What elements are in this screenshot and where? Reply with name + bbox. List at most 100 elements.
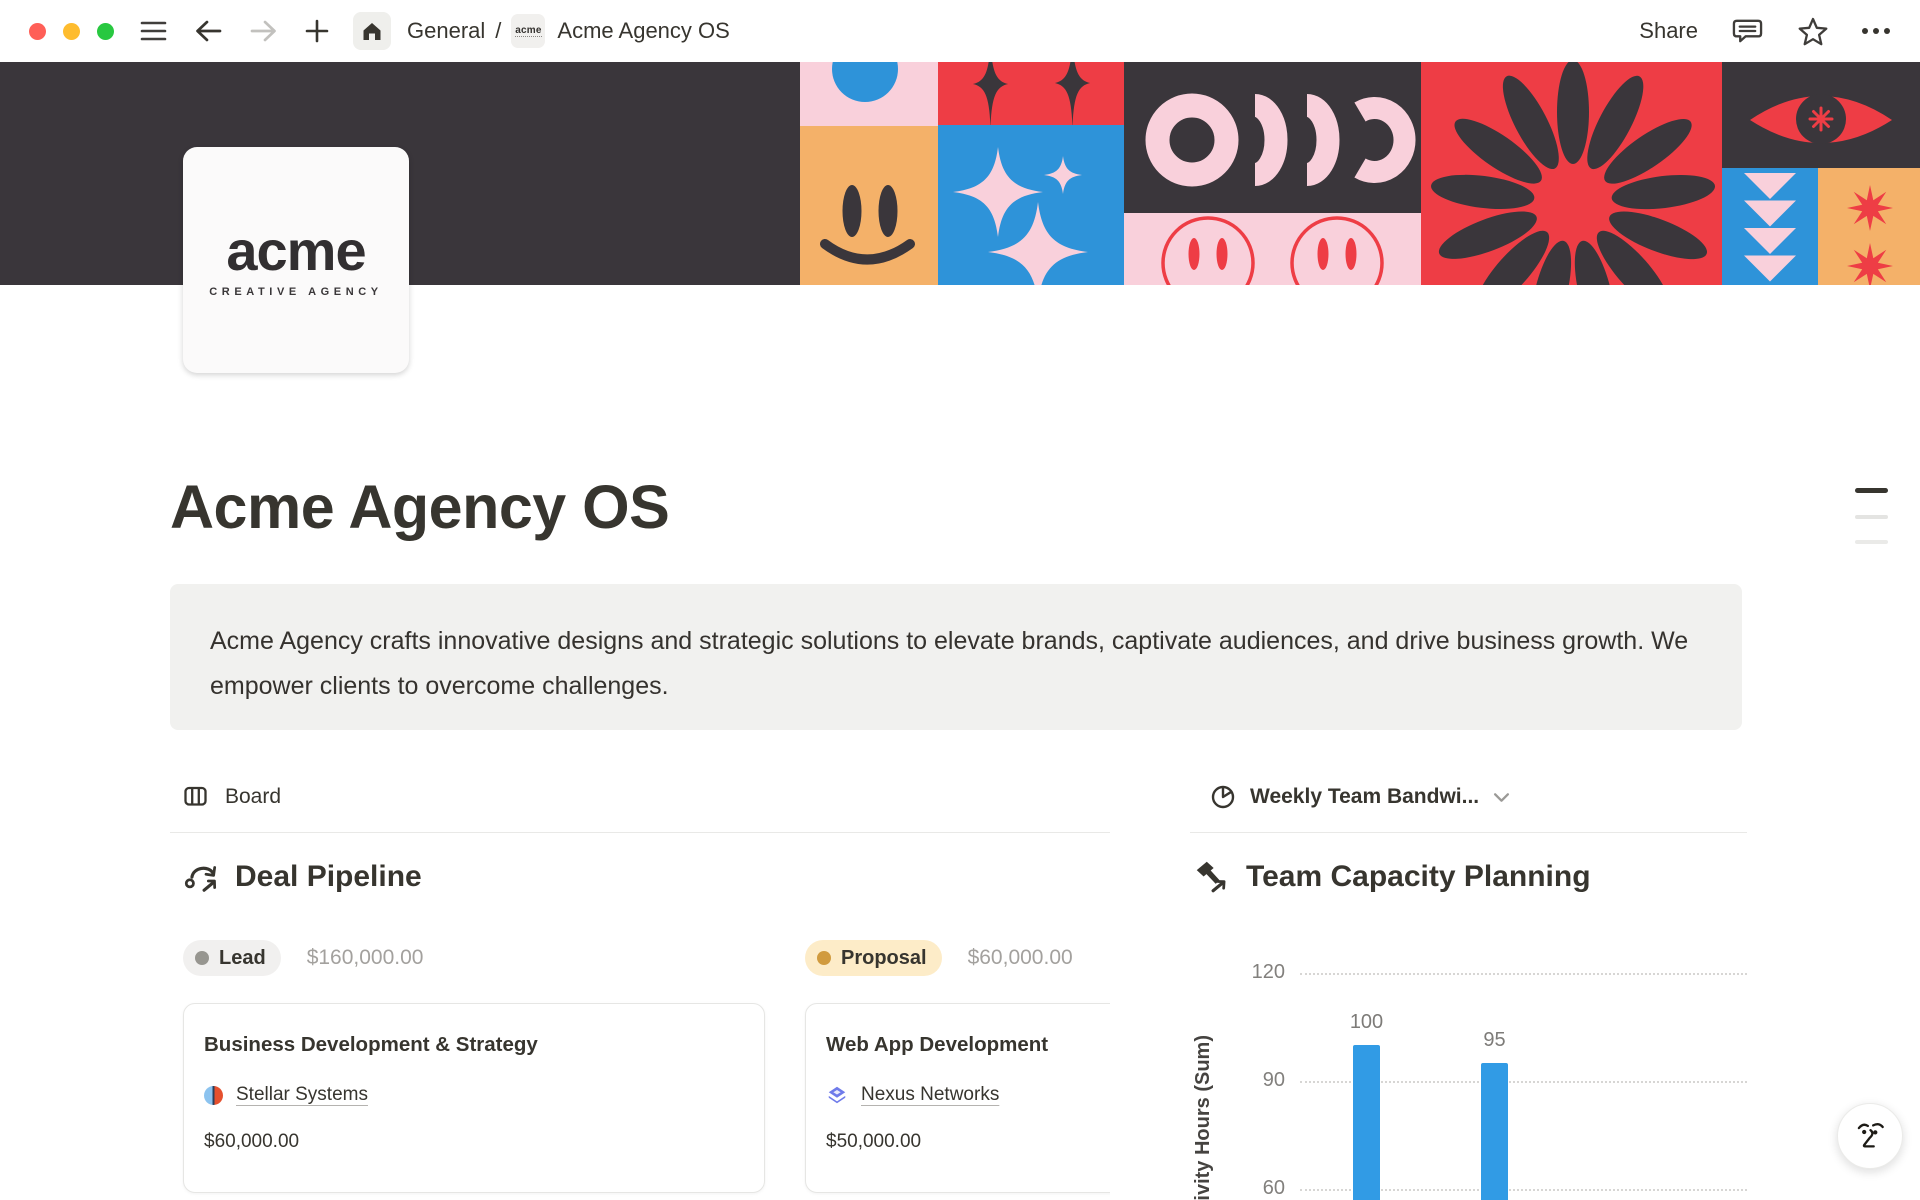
new-tab-button[interactable] bbox=[305, 19, 329, 43]
status-dot bbox=[195, 951, 209, 965]
smiley-art bbox=[800, 126, 938, 285]
eye-art bbox=[1722, 62, 1920, 168]
divider bbox=[170, 832, 1110, 833]
page-icon: acme bbox=[511, 14, 545, 48]
capacity-section: Weekly Team Bandwi... Team Capacity Plan… bbox=[1190, 770, 1747, 1200]
chart-gridline bbox=[1300, 973, 1747, 975]
table-of-contents-indicator[interactable] bbox=[1855, 488, 1888, 544]
forward-arrow-icon bbox=[249, 18, 279, 44]
forward-button[interactable] bbox=[249, 18, 279, 44]
plus-icon bbox=[305, 19, 329, 43]
chart-tick-label: 60 bbox=[1220, 1177, 1285, 1200]
triangles-art bbox=[1722, 168, 1818, 285]
card-title: Business Development & Strategy bbox=[204, 1033, 744, 1057]
pipeline-icon bbox=[183, 858, 221, 896]
breadcrumb-general[interactable]: General bbox=[407, 18, 485, 44]
nexus-networks-icon bbox=[826, 1084, 848, 1106]
chart-tick-label: 120 bbox=[1220, 961, 1285, 984]
breadcrumb-separator: / bbox=[495, 18, 501, 44]
team-capacity-heading: Team Capacity Planning bbox=[1192, 858, 1591, 896]
pie-chart-icon bbox=[1210, 784, 1236, 810]
spark-art bbox=[963, 62, 1018, 125]
client-link[interactable]: Nexus Networks bbox=[861, 1084, 999, 1106]
chart-bar-value: 95 bbox=[1465, 1029, 1525, 1052]
art-tile-eye bbox=[1722, 62, 1920, 168]
toc-dash bbox=[1855, 540, 1888, 544]
card-client-row: Stellar Systems bbox=[204, 1084, 744, 1106]
acme-logo-subtitle: CREATIVE AGENCY bbox=[209, 286, 383, 298]
deal-pipeline-heading: Deal Pipeline bbox=[183, 858, 422, 896]
deal-pipeline-title: Deal Pipeline bbox=[235, 860, 422, 894]
art-tile-smiley bbox=[800, 126, 938, 285]
hammer-icon bbox=[1192, 858, 1230, 896]
flower-art bbox=[1421, 62, 1722, 285]
cover-art bbox=[800, 62, 1920, 285]
stars-art bbox=[1818, 168, 1920, 285]
board-group-proposal: Proposal $60,000.00 bbox=[805, 940, 1073, 976]
breadcrumb-page[interactable]: Acme Agency OS bbox=[557, 18, 729, 44]
favorite-button[interactable] bbox=[1797, 16, 1829, 47]
art-tile-triangles bbox=[1722, 168, 1818, 285]
board-section: Board Deal Pipeline Lead $160,000.00 Bus… bbox=[170, 770, 1110, 1200]
status-label: Proposal bbox=[841, 947, 927, 970]
status-pill-proposal[interactable]: Proposal bbox=[805, 940, 942, 976]
sparkle-art bbox=[1044, 156, 1082, 194]
board-view-label: Board bbox=[225, 785, 281, 809]
group-sum: $60,000.00 bbox=[968, 946, 1073, 970]
breadcrumb: General / acme Acme Agency OS bbox=[407, 14, 730, 48]
art-tile-smiley-outlines bbox=[1124, 213, 1421, 285]
art-tile-stars bbox=[1818, 168, 1920, 285]
notion-ai-button[interactable] bbox=[1837, 1103, 1903, 1169]
toc-dash bbox=[1855, 515, 1888, 519]
page-icon-text: acme bbox=[515, 25, 541, 37]
hamburger-icon bbox=[140, 20, 167, 42]
chart-bar bbox=[1353, 1045, 1380, 1200]
board-card[interactable]: Business Development & Strategy Stellar … bbox=[183, 1003, 765, 1193]
smiley-outline-art bbox=[1124, 213, 1421, 285]
stellar-systems-icon bbox=[204, 1086, 223, 1105]
board-group-lead: Lead $160,000.00 bbox=[183, 940, 423, 976]
art-tile-flower bbox=[1421, 62, 1722, 285]
titlebar: General / acme Acme Agency OS Share bbox=[0, 0, 1920, 62]
status-dot bbox=[817, 951, 831, 965]
card-client-row: Nexus Networks bbox=[826, 1084, 1110, 1106]
titlebar-actions: Share bbox=[1639, 0, 1890, 62]
acme-logo-text: acme bbox=[226, 223, 365, 279]
ai-face-icon bbox=[1852, 1118, 1888, 1154]
client-link[interactable]: Stellar Systems bbox=[236, 1084, 368, 1106]
page-title[interactable]: Acme Agency OS bbox=[170, 472, 669, 542]
divider bbox=[1190, 832, 1747, 833]
chart-bar-value: 100 bbox=[1337, 1011, 1397, 1034]
art-tile-circle bbox=[800, 62, 938, 126]
board-view-header[interactable]: Board bbox=[183, 784, 281, 809]
share-button[interactable]: Share bbox=[1639, 18, 1698, 44]
sparkle-art bbox=[988, 202, 1088, 285]
fullscreen-window-button[interactable] bbox=[97, 23, 114, 40]
comments-button[interactable] bbox=[1731, 16, 1764, 47]
back-arrow-icon bbox=[193, 18, 223, 44]
status-pill-lead[interactable]: Lead bbox=[183, 940, 281, 976]
card-title: Web App Development bbox=[826, 1033, 1110, 1057]
ellipsis-icon bbox=[1862, 28, 1868, 34]
capacity-view-label: Weekly Team Bandwi... bbox=[1250, 785, 1479, 809]
more-options-button[interactable] bbox=[1862, 28, 1890, 34]
team-capacity-title: Team Capacity Planning bbox=[1246, 860, 1591, 894]
spark-art bbox=[1045, 62, 1100, 125]
art-tile-sparkles bbox=[938, 125, 1124, 285]
callout: Acme Agency crafts innovative designs an… bbox=[170, 584, 1742, 730]
toc-dash bbox=[1855, 488, 1888, 493]
oddc-art bbox=[1124, 62, 1421, 213]
app-window: General / acme Acme Agency OS Share bbox=[0, 0, 1920, 1200]
capacity-view-header[interactable]: Weekly Team Bandwi... bbox=[1210, 784, 1510, 810]
comment-icon bbox=[1731, 16, 1764, 47]
art-tile-sparks bbox=[938, 62, 1124, 125]
board-card[interactable]: Web App Development Nexus Networks $50,0… bbox=[805, 1003, 1110, 1193]
window-controls bbox=[29, 23, 114, 40]
home-button[interactable] bbox=[353, 12, 391, 50]
card-amount: $60,000.00 bbox=[204, 1131, 744, 1153]
art-tile-oddc bbox=[1124, 62, 1421, 213]
minimize-window-button[interactable] bbox=[63, 23, 80, 40]
back-button[interactable] bbox=[193, 18, 223, 44]
sidebar-menu-button[interactable] bbox=[140, 20, 167, 42]
close-window-button[interactable] bbox=[29, 23, 46, 40]
